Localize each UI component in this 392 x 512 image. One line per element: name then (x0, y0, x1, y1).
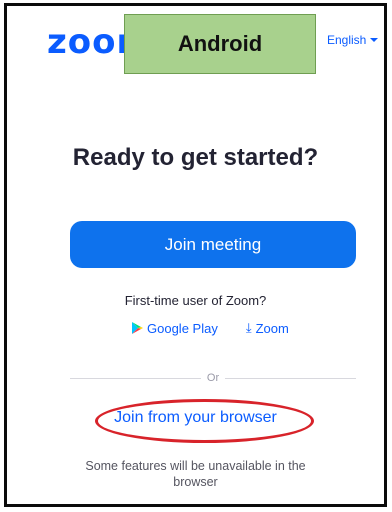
red-highlight-ellipse (95, 399, 314, 443)
language-label: English (327, 33, 367, 47)
language-selector[interactable]: English (327, 33, 379, 47)
google-play-label: Google Play (147, 320, 218, 336)
first-time-text: First-time user of Zoom? (124, 293, 267, 308)
google-play-icon (132, 322, 143, 334)
divider-line-left (70, 377, 201, 379)
divider-text: Or (206, 372, 220, 384)
or-divider: Or (70, 372, 357, 384)
zoom-download-label: Zoom (255, 320, 289, 336)
zoom-download-link[interactable]: ⤓ Zoom (246, 320, 289, 336)
join-meeting-button[interactable]: Join meeting (70, 221, 356, 268)
page-title: Ready to get started? (72, 144, 319, 171)
chevron-down-icon (370, 38, 379, 42)
google-play-link[interactable]: Google Play (132, 321, 218, 336)
divider-line-right (225, 377, 357, 379)
download-icon: ⤓ (245, 320, 252, 335)
android-annotation-label: Android (124, 14, 316, 74)
browser-note: Some features will be unavailable in the… (85, 459, 306, 489)
phone-frame: zoom Android English Ready to get starte… (4, 3, 387, 507)
download-links: Google Play ⤓ Zoom (132, 320, 289, 336)
